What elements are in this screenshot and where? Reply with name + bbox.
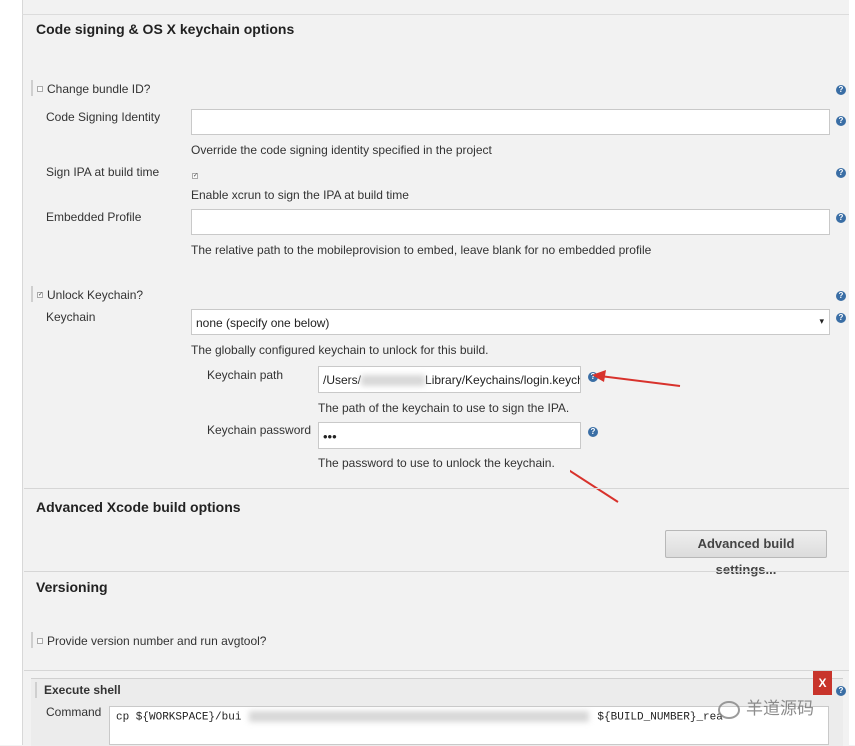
dropdown-arrow-icon: ▾ bbox=[819, 316, 824, 326]
row-marker bbox=[31, 80, 33, 96]
delete-step-button[interactable]: X bbox=[813, 671, 832, 695]
keychain-password-desc: The password to use to unlock the keycha… bbox=[318, 456, 555, 470]
advanced-build-settings-button[interactable]: Advanced build settings... bbox=[665, 530, 827, 577]
watermark-text: 羊道源码 bbox=[746, 699, 814, 718]
keychain-path-label: Keychain path bbox=[207, 368, 284, 382]
wechat-icon bbox=[718, 700, 740, 719]
right-gutter bbox=[849, 0, 855, 745]
help-icon[interactable]: ? bbox=[836, 291, 846, 301]
change-bundle-checkbox[interactable] bbox=[37, 86, 43, 92]
section-title-versioning: Versioning bbox=[36, 579, 108, 595]
unlock-keychain-label: Unlock Keychain? bbox=[47, 288, 144, 302]
command-label: Command bbox=[46, 705, 102, 719]
section-title-code-signing: Code signing & OS X keychain options bbox=[36, 21, 295, 37]
redacted-username bbox=[361, 375, 426, 387]
code-signing-identity-label: Code Signing Identity bbox=[46, 110, 161, 124]
help-icon[interactable]: ? bbox=[836, 213, 846, 223]
keychain-selected-value: none (specify one below) bbox=[196, 316, 330, 330]
execute-shell-title: Execute shell bbox=[44, 683, 121, 697]
keychain-path-desc: The path of the keychain to use to sign … bbox=[318, 401, 570, 415]
row-marker bbox=[31, 632, 33, 648]
left-gutter bbox=[0, 0, 23, 745]
avgtool-label: Provide version number and run avgtool? bbox=[47, 634, 267, 648]
section-divider bbox=[24, 571, 849, 572]
keychain-label: Keychain bbox=[46, 310, 96, 324]
watermark: 羊道源码 bbox=[718, 694, 838, 720]
code-signing-identity-input[interactable] bbox=[191, 109, 830, 135]
keychain-password-input[interactable]: ••• bbox=[318, 422, 581, 449]
change-bundle-label: Change bundle ID? bbox=[47, 82, 151, 96]
code-signing-identity-desc: Override the code signing identity speci… bbox=[191, 143, 492, 157]
help-icon[interactable]: ? bbox=[836, 313, 846, 323]
redacted-command bbox=[249, 711, 590, 722]
command-text-start: cp ${WORKSPACE}/bui bbox=[116, 711, 242, 724]
embedded-profile-desc: The relative path to the mobileprovision… bbox=[191, 243, 652, 257]
section-divider bbox=[24, 488, 849, 489]
help-icon[interactable]: ? bbox=[836, 85, 846, 95]
keychain-password-label: Keychain password bbox=[207, 423, 312, 437]
help-icon[interactable]: ? bbox=[836, 168, 846, 178]
annotation-arrow-path bbox=[599, 375, 681, 387]
keychain-path-input[interactable]: /Users/Library/Keychains/login.keych bbox=[318, 366, 581, 393]
keychain-desc: The globally configured keychain to unlo… bbox=[191, 343, 489, 357]
command-text-mid: ${BUILD_NUMBER}_rea bbox=[597, 711, 723, 724]
keychain-select[interactable]: none (specify one below) ▾ bbox=[191, 309, 830, 335]
keychain-path-suffix: Library/Keychains/login.keych bbox=[425, 373, 581, 387]
avgtool-checkbox[interactable] bbox=[37, 638, 43, 644]
top-divider bbox=[22, 0, 849, 15]
row-marker bbox=[35, 682, 37, 698]
section-title-advanced: Advanced Xcode build options bbox=[36, 499, 241, 515]
section-divider bbox=[24, 670, 849, 671]
help-icon[interactable]: ? bbox=[836, 116, 846, 126]
sign-ipa-label: Sign IPA at build time bbox=[46, 165, 160, 179]
unlock-keychain-checkbox[interactable]: ✓ bbox=[37, 292, 43, 298]
annotation-arrow-password bbox=[570, 469, 619, 503]
sign-ipa-desc: Enable xcrun to sign the IPA at build ti… bbox=[191, 188, 409, 202]
embedded-profile-input[interactable] bbox=[191, 209, 830, 235]
sign-ipa-checkbox[interactable]: ✓ bbox=[192, 173, 198, 179]
annotation-arrowhead-path bbox=[592, 370, 606, 382]
row-marker bbox=[31, 286, 33, 302]
keychain-path-prefix: /Users/ bbox=[323, 373, 362, 387]
embedded-profile-label: Embedded Profile bbox=[46, 210, 142, 224]
